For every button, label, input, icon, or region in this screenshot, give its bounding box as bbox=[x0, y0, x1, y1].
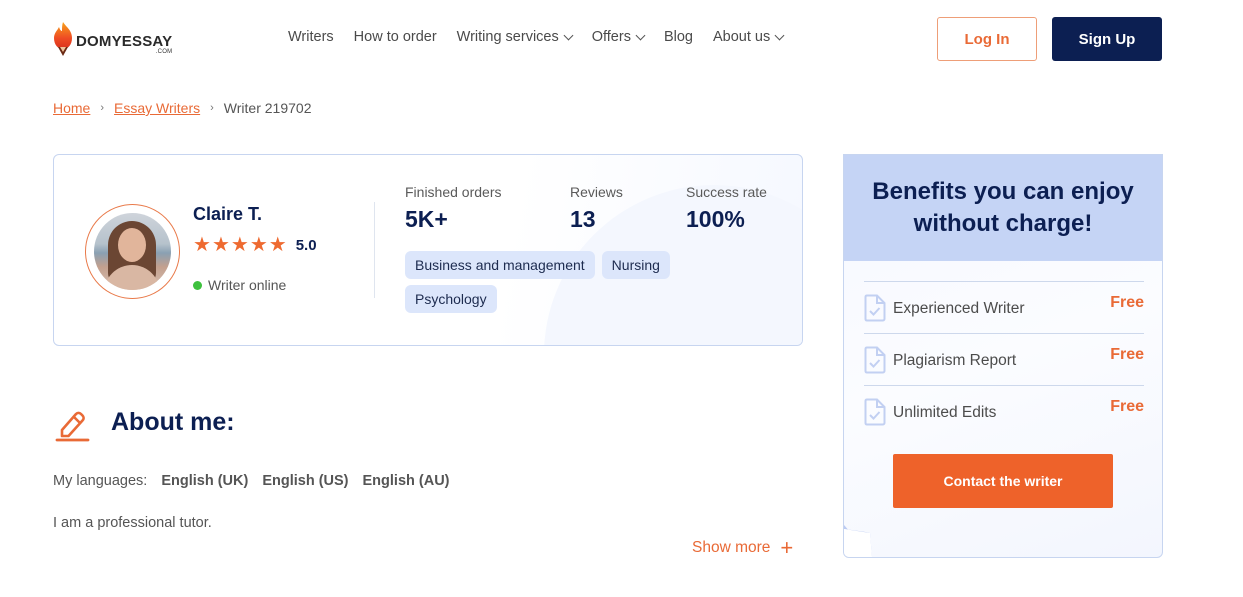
breadcrumb-essay-writers[interactable]: Essay Writers bbox=[114, 100, 200, 116]
benefit-price: Free bbox=[1110, 294, 1144, 311]
benefit-label: Unlimited Edits bbox=[893, 404, 997, 421]
about-me-heading: About me: bbox=[111, 408, 235, 436]
logo-text: DOMYESSAY .COM bbox=[76, 32, 173, 55]
nav-how-to-order[interactable]: How to order bbox=[354, 29, 437, 45]
stat-success-rate: Success rate 100% bbox=[686, 184, 767, 233]
nav-blog[interactable]: Blog bbox=[664, 29, 693, 45]
subject-tags: Business and management Nursing Psycholo… bbox=[405, 251, 735, 313]
online-status: Writer online bbox=[193, 277, 286, 293]
breadcrumb-separator: › bbox=[100, 102, 105, 114]
subject-tag[interactable]: Business and management bbox=[405, 251, 595, 279]
pencil-icon bbox=[55, 411, 90, 442]
avatar-photo bbox=[94, 213, 171, 290]
breadcrumb: Home › Essay Writers › Writer 219702 bbox=[53, 100, 311, 116]
language: English (US) bbox=[262, 473, 349, 489]
benefit-item: Plagiarism Report Free bbox=[864, 333, 1144, 385]
bio-text: I am a professional tutor. bbox=[53, 515, 212, 531]
language: English (UK) bbox=[161, 473, 249, 489]
show-more-button[interactable]: Show more + bbox=[692, 535, 794, 560]
online-dot-icon bbox=[193, 280, 202, 290]
stat-value: 5K+ bbox=[405, 206, 448, 232]
benefits-panel: Benefits you can enjoy without charge! Ex… bbox=[843, 154, 1163, 558]
star-icon: ★ bbox=[249, 234, 268, 256]
flame-logo-icon bbox=[54, 22, 72, 56]
chevron-down-icon bbox=[774, 30, 785, 40]
stat-label: Reviews bbox=[570, 184, 623, 200]
language: English (AU) bbox=[362, 473, 450, 489]
benefits-title: Benefits you can enjoy without charge! bbox=[844, 155, 1162, 261]
benefit-item: Experienced Writer Free bbox=[864, 281, 1144, 333]
languages-label: My languages: bbox=[53, 473, 148, 489]
main-nav: Writers How to order Writing services Of… bbox=[288, 29, 803, 45]
document-check-icon bbox=[864, 398, 886, 426]
stat-label: Success rate bbox=[686, 184, 767, 200]
subject-tag[interactable]: Nursing bbox=[601, 251, 670, 279]
star-icon: ★ bbox=[211, 234, 230, 256]
plus-icon: + bbox=[780, 535, 794, 560]
star-icon: ★ bbox=[230, 234, 249, 256]
nav-offers[interactable]: Offers bbox=[592, 29, 646, 45]
benefit-label: Experienced Writer bbox=[893, 300, 1025, 317]
benefits-list: Experienced Writer Free Plagiarism Repor… bbox=[864, 281, 1144, 437]
page-fold-decoration bbox=[844, 525, 872, 557]
logo[interactable]: DOMYESSAY .COM bbox=[52, 20, 172, 58]
stat-reviews: Reviews 13 bbox=[570, 184, 623, 233]
breadcrumb-home[interactable]: Home bbox=[53, 100, 90, 116]
benefit-item: Unlimited Edits Free bbox=[864, 385, 1144, 437]
signup-button[interactable]: Sign Up bbox=[1052, 17, 1162, 61]
rating-value: 5.0 bbox=[295, 236, 317, 254]
subject-tag[interactable]: Psychology bbox=[405, 285, 497, 313]
stat-label: Finished orders bbox=[405, 184, 502, 200]
nav-writing-services[interactable]: Writing services bbox=[457, 29, 574, 45]
document-check-icon bbox=[864, 346, 886, 374]
stat-value: 13 bbox=[570, 206, 596, 232]
rating: ★ ★ ★ ★ ★ 5.0 bbox=[193, 235, 317, 255]
show-more-label: Show more bbox=[692, 539, 771, 556]
writer-profile-card: Claire T. ★ ★ ★ ★ ★ 5.0 Writer online Fi… bbox=[53, 154, 803, 346]
stat-value: 100% bbox=[686, 206, 745, 232]
stat-finished-orders: Finished orders 5K+ bbox=[405, 184, 502, 233]
star-icon: ★ bbox=[193, 234, 211, 256]
breadcrumb-separator: › bbox=[210, 102, 214, 114]
divider bbox=[374, 202, 375, 298]
chevron-down-icon bbox=[563, 30, 574, 40]
writer-name: Claire T. bbox=[193, 204, 263, 224]
login-button[interactable]: Log In bbox=[937, 17, 1037, 61]
breadcrumb-current: Writer 219702 bbox=[223, 100, 312, 116]
contact-writer-button[interactable]: Contact the writer bbox=[893, 454, 1113, 508]
benefit-label: Plagiarism Report bbox=[893, 352, 1017, 369]
benefit-price: Free bbox=[1110, 398, 1144, 415]
nav-writers[interactable]: Writers bbox=[288, 29, 334, 45]
avatar bbox=[85, 204, 180, 299]
chevron-down-icon bbox=[635, 30, 646, 40]
document-check-icon bbox=[864, 294, 886, 322]
benefit-price: Free bbox=[1110, 346, 1144, 363]
star-icon: ★ bbox=[268, 234, 287, 256]
nav-about-us[interactable]: About us bbox=[713, 29, 785, 45]
languages: My languages: English (UK) English (US) … bbox=[53, 473, 450, 489]
online-status-label: Writer online bbox=[208, 277, 287, 293]
